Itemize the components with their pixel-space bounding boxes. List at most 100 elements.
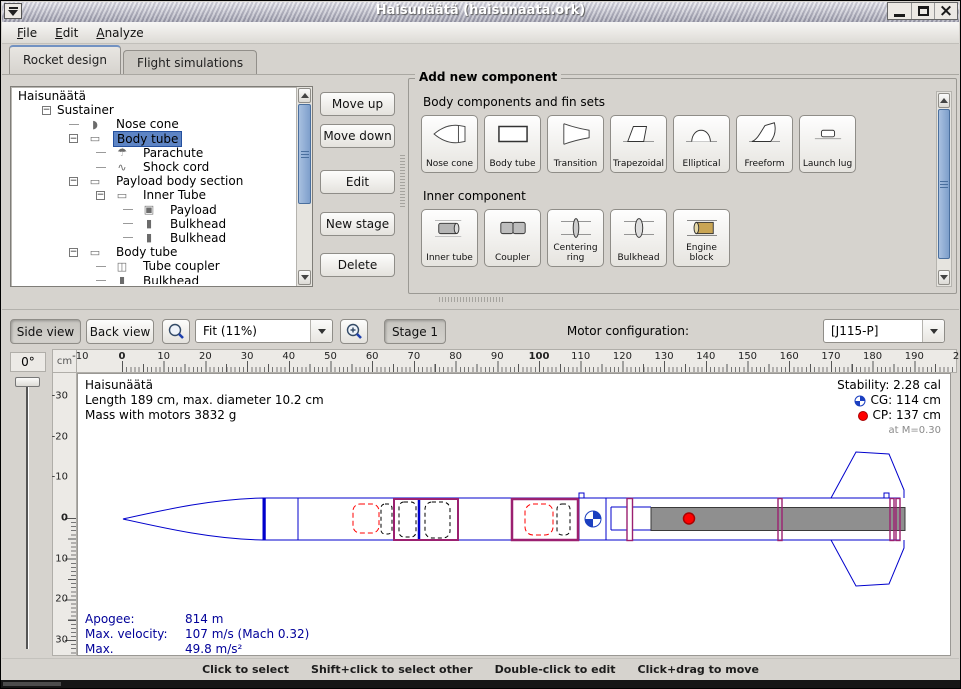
design-panel: Haisunäätä−Sustainer◗Nose cone−▭Body tub…	[2, 74, 959, 309]
tree-item-label: Shock cord	[140, 160, 212, 174]
tree-item-bulkhead[interactable]: ▮Bulkhead	[13, 217, 295, 231]
motor-configuration-select[interactable]: [J115-P]	[823, 319, 945, 343]
menu-analyze[interactable]: Analyze	[87, 24, 152, 42]
h-ruler-label: 120	[613, 351, 632, 362]
tree-expander-icon[interactable]: −	[69, 177, 78, 186]
centering-ring-shape[interactable]	[627, 499, 633, 541]
add-inner-tube-button[interactable]: Inner tube	[421, 209, 478, 267]
side-view-button[interactable]: Side view	[10, 319, 81, 344]
scroll-down-button[interactable]	[298, 270, 311, 285]
move-up-button[interactable]: Move up	[320, 92, 395, 116]
add-body-tube-button[interactable]: Body tube	[484, 115, 541, 173]
tree-guide-line	[123, 209, 133, 210]
tree-expander-icon[interactable]: −	[69, 248, 78, 257]
edit-button[interactable]: Edit	[320, 170, 395, 194]
tree-item-bulkhead[interactable]: ▮Bulkhead	[13, 231, 295, 245]
elliptical-icon	[682, 119, 722, 149]
component-button-label: Freeform	[743, 159, 785, 169]
menu-file[interactable]: File	[8, 24, 46, 42]
add-freeform-button[interactable]: Freeform	[736, 115, 793, 173]
tree-guide-line	[96, 280, 106, 281]
chevron-down-icon	[310, 320, 332, 342]
fin-shape-bottom[interactable]	[831, 540, 904, 586]
zoom-out-button[interactable]	[162, 319, 190, 344]
component-button-label: Body tube	[488, 159, 536, 169]
tree-item-body-tube[interactable]: −▭Body tube	[13, 245, 295, 259]
new-stage-button[interactable]: New stage	[320, 212, 395, 236]
add-transition-button[interactable]: Transition	[547, 115, 604, 173]
zoom-select[interactable]: Fit (11%)	[195, 319, 333, 343]
stage-1-toggle[interactable]: Stage 1	[384, 319, 446, 344]
tab-rocket-design[interactable]: Rocket design	[9, 45, 121, 74]
add-trapezoidal-button[interactable]: Trapezoidal	[610, 115, 667, 173]
h-ruler-label: 70	[408, 351, 421, 362]
rocket-info: HaisunäätäLength 189 cm, max. diameter 1…	[85, 378, 324, 423]
vertical-splitter[interactable]	[400, 155, 405, 207]
add-centering-ring-button[interactable]: Centering ring	[547, 209, 604, 267]
add-elliptical-button[interactable]: Elliptical	[673, 115, 730, 173]
menubar: FileEditAnalyze	[2, 22, 959, 44]
h-ruler-label: 50	[324, 351, 337, 362]
bulkhead-icon: ▮	[135, 231, 163, 244]
zoom-in-button[interactable]	[340, 319, 368, 344]
tab-flight-simulations[interactable]: Flight simulations	[123, 50, 257, 74]
scroll-up-button[interactable]	[298, 88, 311, 103]
nose-cone-shape[interactable]	[123, 498, 263, 540]
tree-item-shock-cord[interactable]: ∿Shock cord	[13, 160, 295, 174]
titlebar[interactable]: Haisunäätä (haisunaata.ork)	[2, 2, 959, 22]
status-hint: Click to select	[202, 663, 289, 676]
v-ruler-label: -10	[52, 472, 68, 483]
tree-expander-icon[interactable]: −	[69, 134, 78, 143]
tree-scroll-thumb[interactable]	[298, 104, 311, 204]
component-scroll-thumb[interactable]	[938, 109, 950, 259]
tree-item-payload[interactable]: ▣Payload	[13, 203, 295, 217]
launch-lug-shape[interactable]	[579, 493, 584, 498]
window-menu-button[interactable]	[4, 3, 22, 19]
horizontal-splitter[interactable]	[439, 297, 505, 302]
close-button[interactable]: ×	[934, 3, 957, 19]
tree-item-bulkhead[interactable]: ▮Bulkhead	[13, 273, 295, 284]
tree-item-payload-body-section[interactable]: −▭Payload body section	[13, 174, 295, 188]
close-icon: ×	[939, 3, 953, 20]
add-engine-block-button[interactable]: Engine block	[673, 209, 730, 267]
tree-item-parachute[interactable]: ☂Parachute	[13, 146, 295, 160]
tree-item-haisunäätä[interactable]: Haisunäätä	[13, 89, 295, 103]
tree-item-inner-tube[interactable]: −▭Inner Tube	[13, 188, 295, 202]
maximize-button[interactable]	[911, 3, 934, 19]
tree-scrollbar[interactable]	[296, 87, 312, 286]
scroll-down-button[interactable]	[938, 270, 950, 285]
tree-item-sustainer[interactable]: −Sustainer	[13, 103, 295, 117]
add-coupler-button[interactable]: Coupler	[484, 209, 541, 267]
magnifier-minus-icon	[166, 322, 186, 342]
tree-item-tube-coupler[interactable]: ◫Tube coupler	[13, 259, 295, 273]
tree-expander-icon[interactable]: −	[42, 106, 51, 115]
parachute-icon: ☂	[108, 146, 136, 159]
launch-lug-shape[interactable]	[884, 493, 889, 498]
component-scrollbar[interactable]	[936, 91, 952, 287]
tree-item-body-tube[interactable]: −▭Body tube	[13, 132, 295, 146]
menu-edit[interactable]: Edit	[46, 24, 87, 42]
status-hint: Double-click to edit	[495, 663, 616, 676]
window-resize-edge[interactable]	[1, 680, 960, 688]
cp-value: CP: 137 cm	[837, 408, 941, 423]
fin-shape-top[interactable]	[831, 452, 904, 498]
delete-button[interactable]: Delete	[320, 253, 395, 277]
flight-stat-label: Max. acceleration:	[85, 642, 185, 656]
rotation-slider-handle[interactable]	[15, 377, 40, 387]
rocket-canvas[interactable]: HaisunäätäLength 189 cm, max. diameter 1…	[77, 373, 951, 656]
add-bulkhead-button[interactable]: Bulkhead	[610, 209, 667, 267]
tree-item-nose-cone[interactable]: ◗Nose cone	[13, 117, 295, 131]
move-down-button[interactable]: Move down	[320, 124, 395, 148]
minimize-button[interactable]	[888, 3, 911, 19]
rotation-slider-track[interactable]	[26, 381, 29, 649]
arrow-up-icon	[301, 93, 309, 98]
tree-expander-icon[interactable]: −	[96, 191, 105, 200]
tree-guide-line	[96, 266, 106, 267]
scroll-up-button[interactable]	[938, 93, 950, 108]
add-nose-cone-button[interactable]: Nose cone	[421, 115, 478, 173]
h-ruler-label: 10	[157, 351, 170, 362]
back-view-button[interactable]: Back view	[86, 319, 154, 344]
tree-guide-line	[69, 124, 79, 125]
add-launch-lug-button[interactable]: Launch lug	[799, 115, 856, 173]
component-button-label: Transition	[553, 159, 599, 169]
